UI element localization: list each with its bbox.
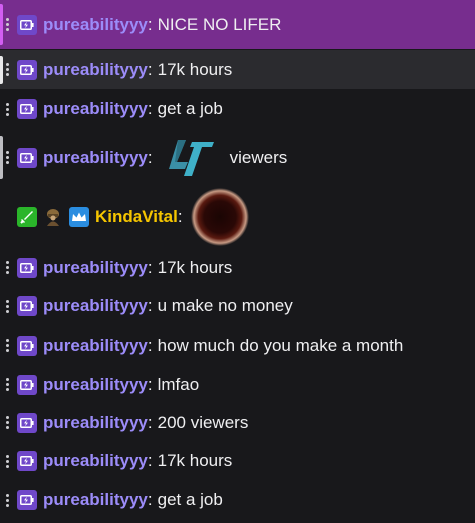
battery-charging-icon	[17, 59, 37, 80]
message-drag-handle[interactable]	[0, 287, 10, 325]
battery-charging-icon	[17, 257, 37, 278]
chat-message[interactable]: pureabilityyy: 17k hours	[0, 442, 475, 480]
chat-message-text: u make no money	[157, 296, 293, 315]
message-drag-handle[interactable]	[0, 0, 10, 49]
chat-colon: :	[147, 257, 153, 277]
chat-message-text: how much do you make a month	[157, 335, 404, 355]
chat-message-hovered[interactable]: pureabilityyy: 17k hours	[0, 50, 475, 89]
chat-username[interactable]: KindaVital	[95, 206, 178, 228]
chat-colon: :	[147, 335, 153, 355]
chat-username[interactable]: pureabilityyy	[43, 412, 148, 434]
battery-charging-icon	[17, 99, 37, 119]
battery-charging-icon	[17, 451, 37, 471]
chat-message-text: lmfao	[157, 374, 200, 394]
chat-message-text: 17k hours	[157, 257, 233, 277]
chat-message-text: get a job	[157, 99, 223, 118]
message-drag-handle[interactable]	[0, 90, 10, 128]
chat-colon: :	[147, 147, 153, 167]
chat-message[interactable]: pureabilityyy: 17k hours	[0, 249, 475, 286]
message-drag-handle[interactable]	[0, 50, 10, 89]
message-drag-handle[interactable]	[0, 130, 10, 185]
message-drag-handle[interactable]	[0, 481, 10, 519]
chat-username[interactable]: pureabilityyy	[43, 14, 148, 36]
chat-message[interactable]: KindaVital:	[0, 186, 475, 248]
chat-message[interactable]: pureabilityyy: how much do you make a mo…	[0, 326, 475, 365]
chat-message-text: viewers	[229, 147, 288, 167]
battery-charging-icon	[17, 412, 37, 433]
chat-message-text: NICE NO LIFER	[157, 14, 282, 34]
dark-hole-emote-icon	[190, 187, 250, 247]
chat-username[interactable]: pureabilityyy	[43, 98, 148, 120]
battery-charging-icon	[17, 14, 37, 35]
chat-message-text: 200 viewers	[157, 412, 249, 432]
chat-colon: :	[177, 207, 183, 226]
message-drag-handle[interactable]	[0, 404, 10, 441]
battery-charging-icon	[17, 374, 37, 395]
message-drag-handle[interactable]	[0, 442, 10, 480]
chat-username[interactable]: pureabilityyy	[43, 257, 148, 279]
chat-colon: :	[147, 296, 153, 315]
chat-colon: :	[147, 99, 153, 118]
chat-username[interactable]: pureabilityyy	[43, 489, 148, 511]
chat-message[interactable]: pureabilityyy: get a job	[0, 481, 475, 519]
chat-message[interactable]: pureabilityyy: viewers	[0, 130, 475, 185]
chat-username[interactable]: pureabilityyy	[43, 335, 148, 357]
teal-logo-emote-icon	[168, 138, 216, 178]
chat-colon: :	[147, 451, 153, 470]
message-drag-handle[interactable]	[0, 249, 10, 286]
battery-charging-icon	[17, 296, 37, 316]
chat-colon: :	[147, 412, 153, 432]
battery-charging-icon	[17, 490, 37, 510]
chat-colon: :	[147, 374, 153, 394]
battery-charging-icon	[17, 335, 37, 356]
chat-message-text: 17k hours	[157, 451, 233, 470]
chat-username[interactable]: pureabilityyy	[43, 147, 148, 169]
chat-message-text: 17k hours	[157, 59, 233, 79]
chat-username[interactable]: pureabilityyy	[43, 59, 148, 81]
helmeted-figure-badge-icon	[43, 207, 63, 227]
chat-message-list: pureabilityyy: NICE NO LIFER pureability…	[0, 0, 475, 523]
chat-message-highlighted[interactable]: pureabilityyy: NICE NO LIFER	[0, 0, 475, 49]
chat-colon: :	[147, 490, 153, 509]
green-sword-badge-icon	[17, 207, 37, 227]
chat-username[interactable]: pureabilityyy	[43, 295, 148, 317]
chat-colon: :	[147, 59, 153, 79]
chat-message[interactable]: pureabilityyy: lmfao	[0, 366, 475, 403]
chat-colon: :	[147, 14, 153, 34]
battery-charging-icon	[17, 147, 37, 168]
message-drag-handle[interactable]	[0, 326, 10, 365]
chat-username[interactable]: pureabilityyy	[43, 450, 148, 472]
chat-message[interactable]: pureabilityyy: u make no money	[0, 287, 475, 325]
chat-message[interactable]: pureabilityyy: get a job	[0, 90, 475, 128]
chat-username[interactable]: pureabilityyy	[43, 374, 148, 396]
chat-message[interactable]: pureabilityyy: 200 viewers	[0, 404, 475, 441]
message-drag-handle[interactable]	[0, 366, 10, 403]
blue-crown-badge-icon	[69, 207, 89, 227]
chat-message-text: get a job	[157, 490, 223, 509]
